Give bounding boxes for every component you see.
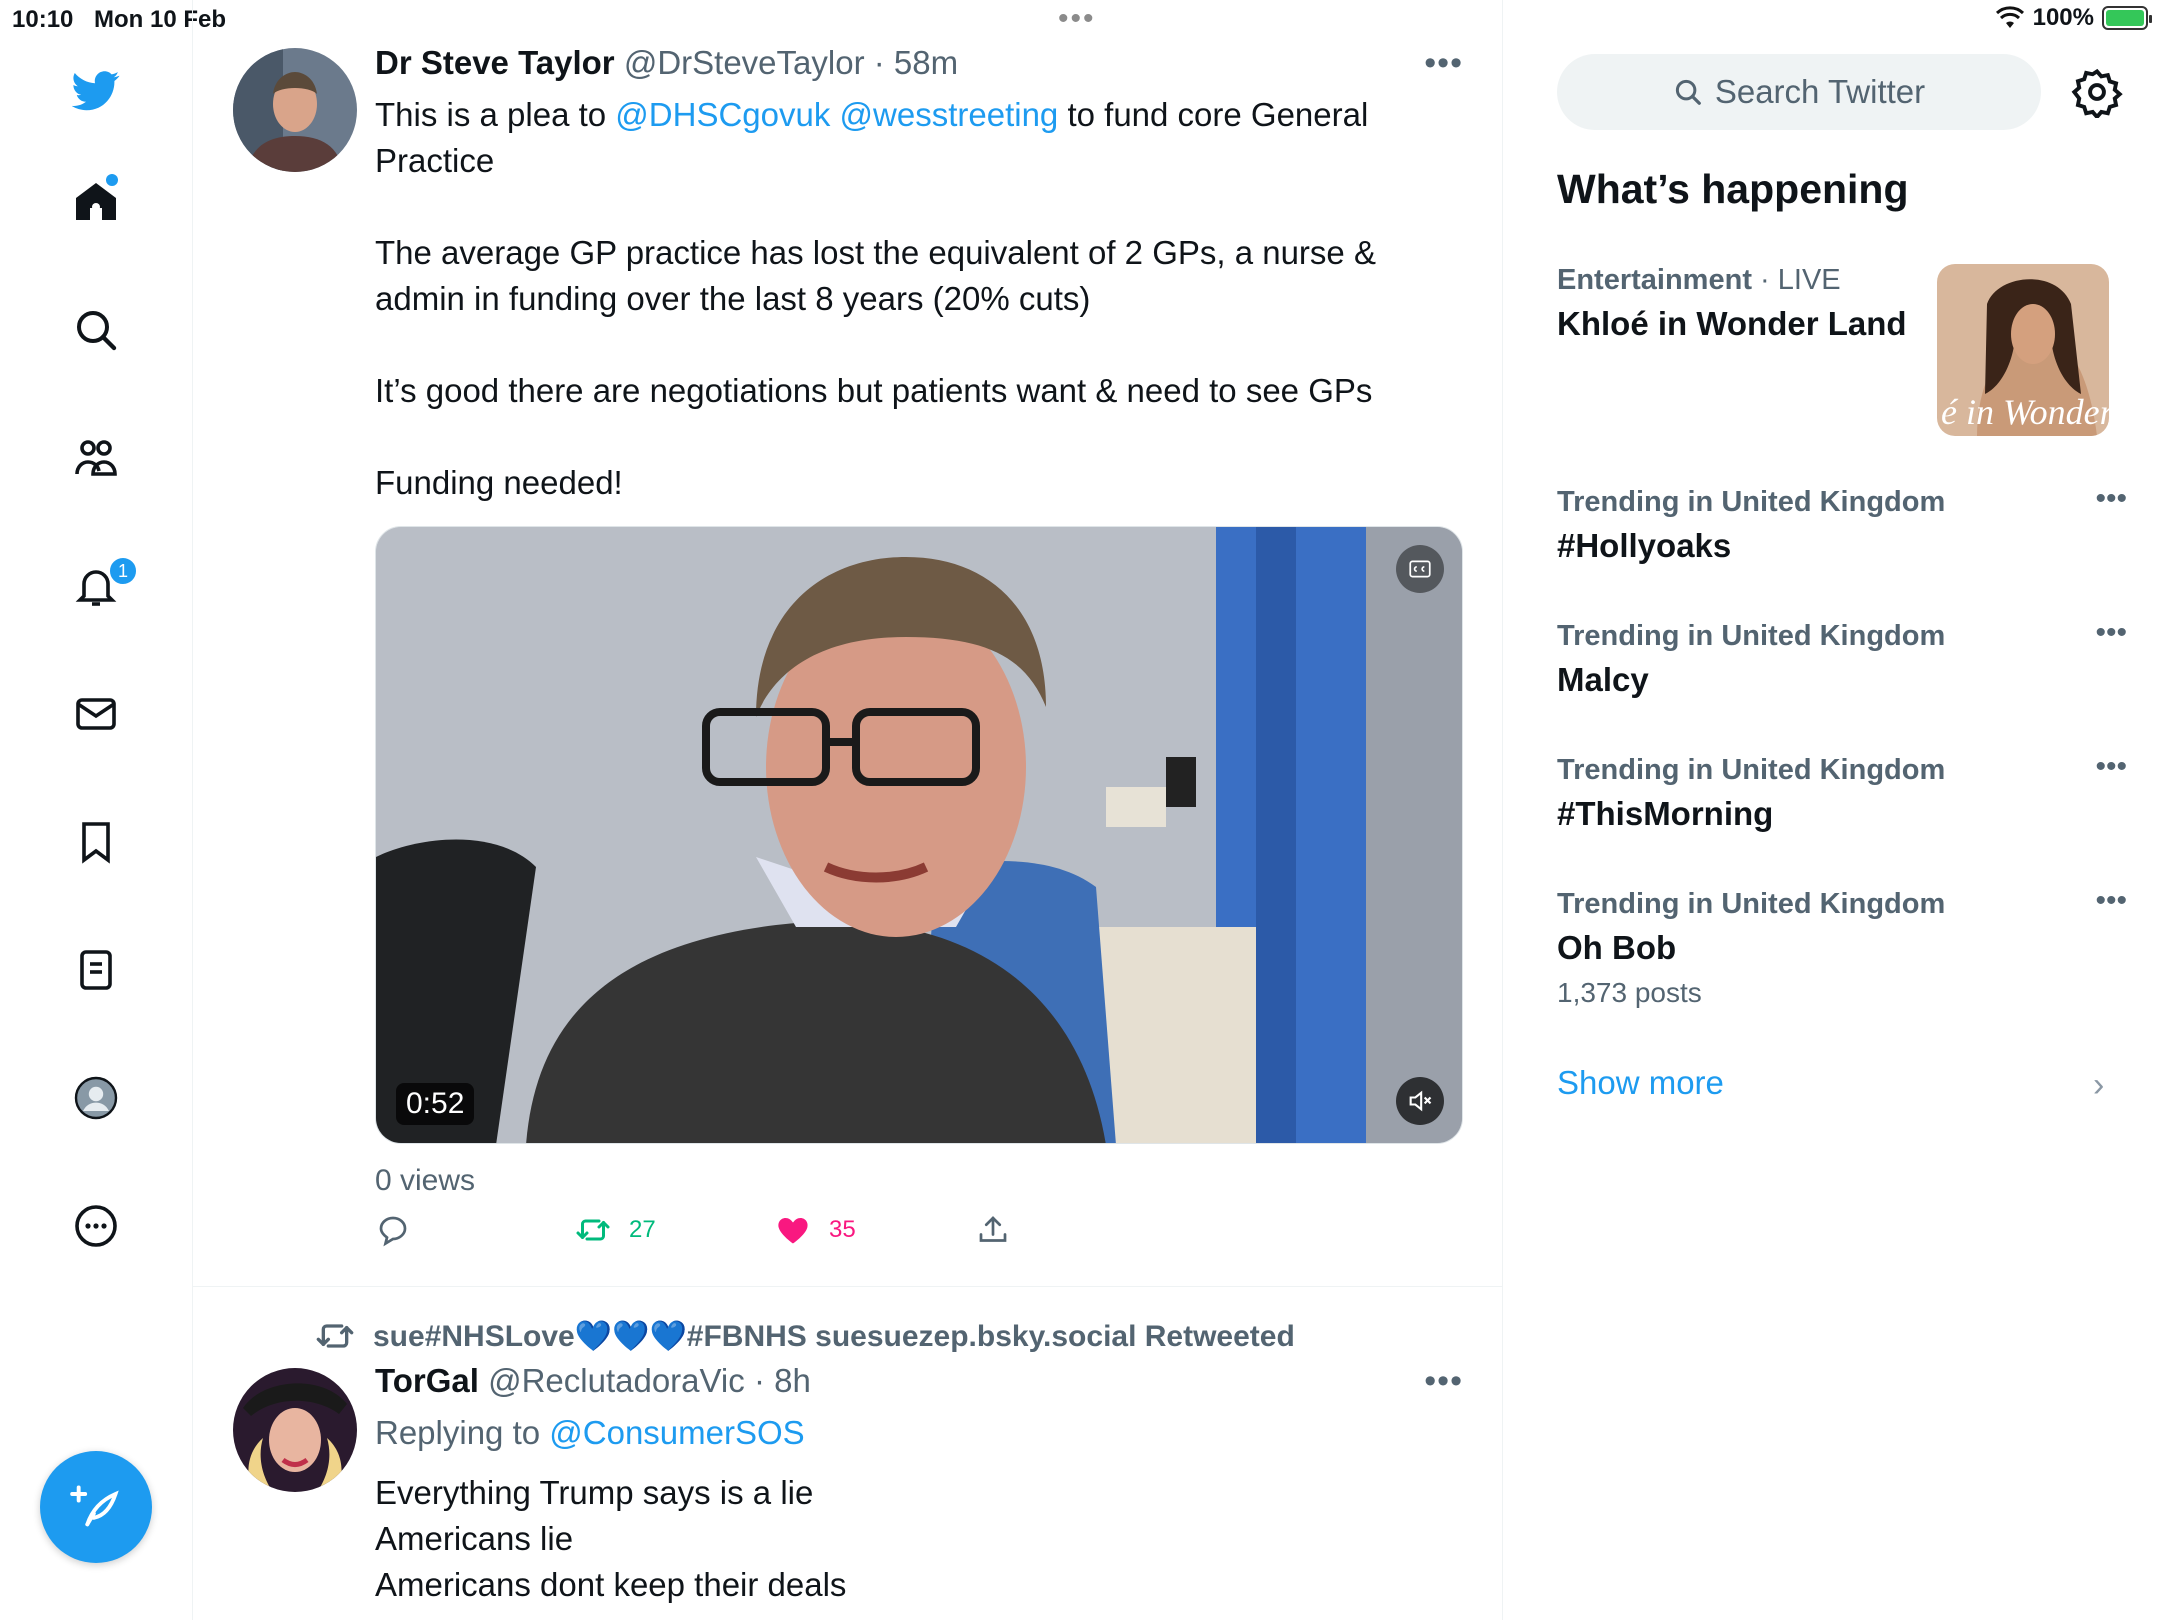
trend-more-icon[interactable]: ••• [2095,482,2127,516]
tweet[interactable]: sue#NHSLove💙💙💙#FBNHS suesuezep.bsky.soci… [193,0,1502,1620]
trend-category: Trending in United Kingdom [1557,486,1946,518]
whats-happening-title: What’s happening [1557,166,1909,212]
messages-icon[interactable] [64,682,128,746]
retweet-icon [316,1324,354,1348]
twitter-logo-icon[interactable] [64,58,128,122]
trend-thumbnail[interactable]: é in Wonder l [1937,264,2109,436]
bookmarks-icon[interactable] [64,810,128,874]
search-placeholder: Search Twitter [1714,73,1926,110]
tweet-line: Americans lie [375,1520,574,1557]
show-more-link[interactable]: Show more [1557,1064,1724,1102]
communities-icon[interactable] [64,426,128,490]
search-icon[interactable] [64,298,128,362]
tweet-time[interactable]: 8h [774,1362,811,1399]
trend-more-icon[interactable]: ••• [2095,616,2127,650]
retweeted-by-label: sue#NHSLove💙💙💙#FBNHS suesuezep.bsky.soci… [373,1319,1295,1353]
notifications-badge: 1 [108,556,138,586]
right-sidebar: Search Twitter What’s happening Entertai… [1503,0,2160,1620]
timeline: Dr Steve Taylor @DrSteveTaylor · 58m •••… [193,0,1503,1620]
trend-name: #Hollyoaks [1557,527,1732,564]
profile-avatar-icon[interactable] [64,1066,128,1130]
compose-tweet-button[interactable] [40,1451,152,1563]
tweet-line: Americans dont keep their deals [375,1566,847,1603]
chevron-right-icon[interactable]: › [2093,1066,2104,1105]
retweeted-by[interactable]: sue#NHSLove💙💙💙#FBNHS suesuezep.bsky.soci… [315,1316,1295,1356]
home-unread-dot [106,174,118,186]
home-icon[interactable] [64,170,128,234]
tweet-line: Everything Trump says is a lie [375,1474,814,1511]
trend-category: Trending in United Kingdom [1557,754,1946,786]
trend-category-label: Entertainment [1557,264,1752,296]
author-handle[interactable]: @ReclutadoraVic [488,1362,745,1399]
trend-item[interactable]: Trending in United Kingdom #Hollyoaks ••… [1557,482,2127,565]
more-options-icon[interactable] [64,1194,128,1258]
separator-dot: · [753,1362,765,1399]
search-icon [1675,79,1701,105]
avatar[interactable] [233,1368,357,1492]
live-status: LIVE [1777,264,1841,296]
trend-more-icon[interactable]: ••• [2095,884,2127,918]
trend-category: Trending in United Kingdom [1557,620,1946,652]
trend-item[interactable]: Trending in United Kingdom #ThisMorning … [1557,750,2127,833]
settings-gear-icon[interactable] [2071,66,2123,118]
trend-item[interactable]: Trending in United Kingdom Oh Bob 1,373 … [1557,884,2127,1009]
tweet-header: TorGal @ReclutadoraVic · 8h [375,1362,811,1400]
trend-name: Oh Bob [1557,929,1677,966]
mention-link[interactable]: @ConsumerSOS [549,1414,804,1451]
trend-post-count: 1,373 posts [1557,977,1702,1008]
search-input[interactable]: Search Twitter [1557,54,2041,130]
trend-name: #ThisMorning [1557,795,1774,832]
lists-icon[interactable] [64,938,128,1002]
replying-label: Replying to [375,1414,550,1451]
trend-more-icon[interactable]: ••• [2095,750,2127,784]
trend-item[interactable]: Trending in United Kingdom Malcy ••• [1557,616,2127,699]
left-navigation: 1 [0,0,193,1620]
author-name[interactable]: TorGal [375,1362,479,1399]
tweet-text: Everything Trump says is a lie Americans… [375,1470,1435,1608]
trend-name: Malcy [1557,661,1649,698]
trend-category: Trending in United Kingdom [1557,888,1946,920]
thumbnail-text: é in Wonder l [1941,392,2109,432]
tweet-more-icon[interactable]: ••• [1424,1362,1463,1401]
replying-to: Replying to @ConsumerSOS [375,1410,1435,1456]
